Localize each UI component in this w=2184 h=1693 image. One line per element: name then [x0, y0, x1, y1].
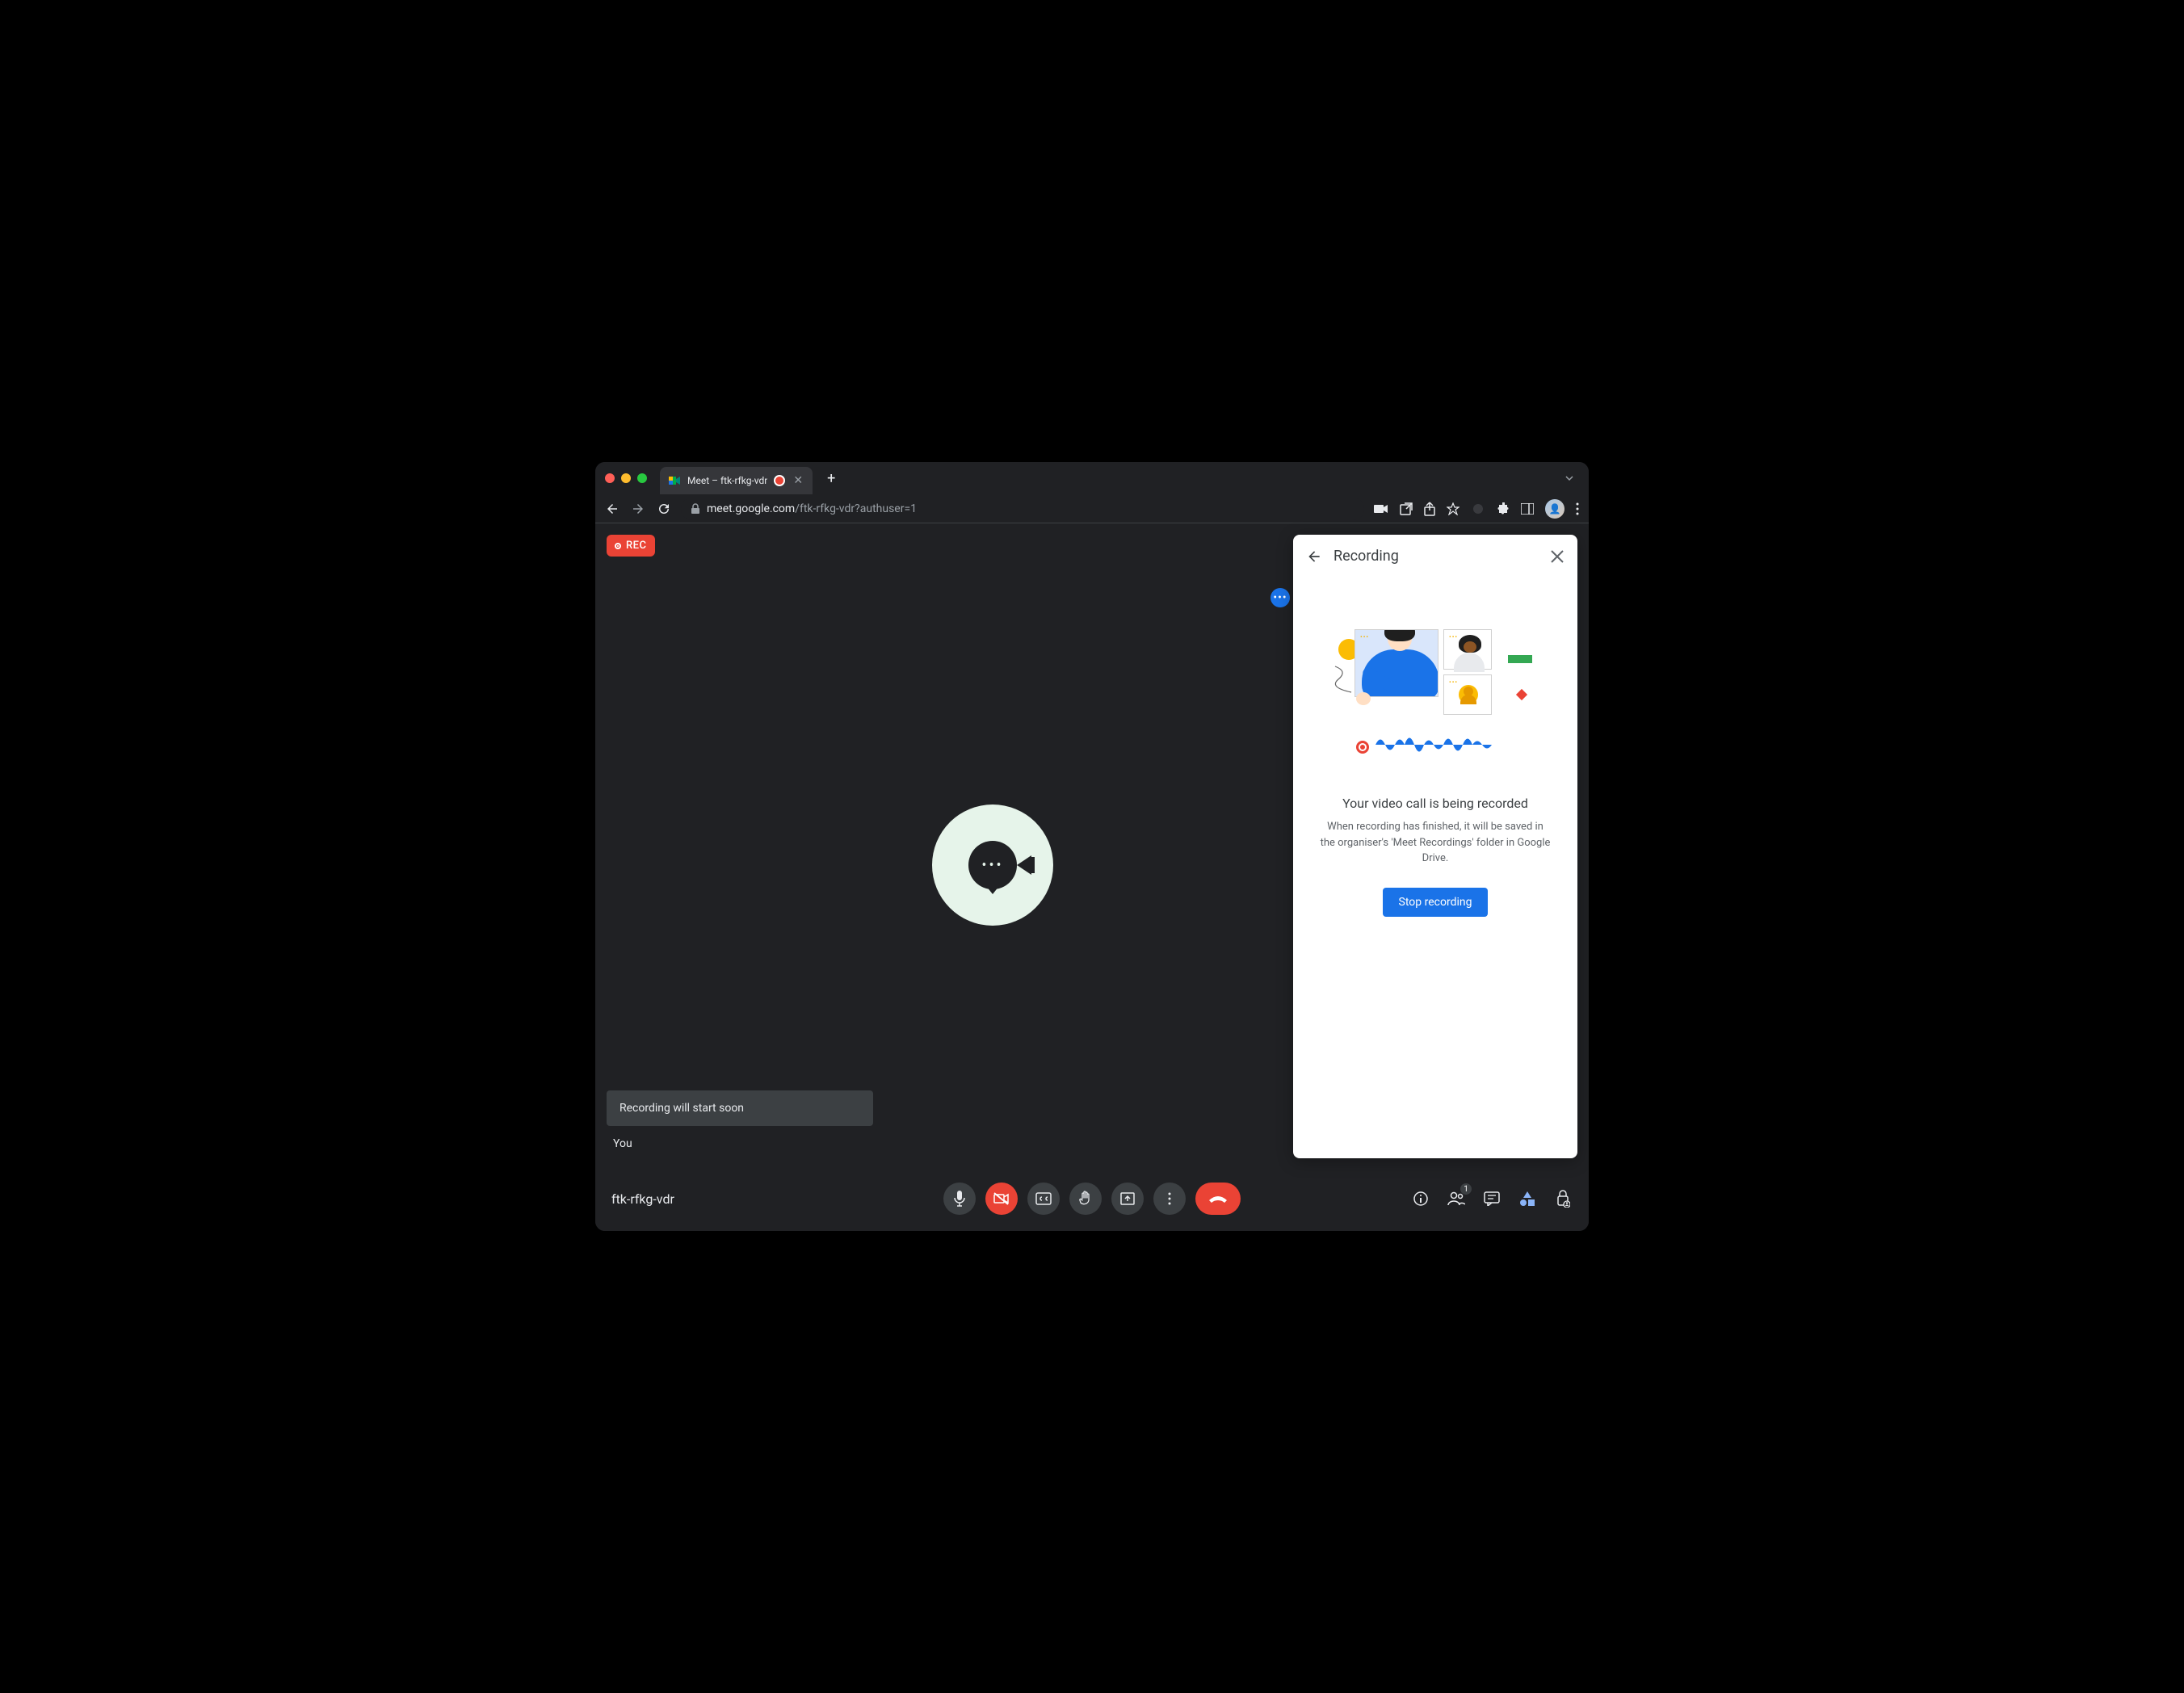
tab-close-button[interactable]: ✕: [792, 474, 804, 487]
profile-avatar[interactable]: 👤: [1545, 499, 1564, 519]
camera-permission-icon[interactable]: [1374, 503, 1388, 515]
back-button[interactable]: [605, 502, 620, 516]
browser-menu-icon[interactable]: [1576, 502, 1579, 515]
people-button[interactable]: 1: [1447, 1189, 1466, 1208]
chat-button[interactable]: [1482, 1189, 1502, 1208]
close-window-icon[interactable]: [605, 473, 615, 483]
open-external-icon[interactable]: [1400, 502, 1413, 515]
url-actions: 👤: [1374, 499, 1579, 519]
panel-heading: Your video call is being recorded: [1342, 796, 1528, 811]
chat-bubble-icon: •••: [968, 841, 1017, 889]
browser-window: Meet – ftk-rfkg-vdr ✕ + meet.google.com/…: [595, 462, 1589, 1231]
panel-close-button[interactable]: [1550, 549, 1564, 564]
recording-illustration: ••• ••• •••: [1338, 626, 1532, 771]
meet-main-area: REC ••• ••• Recording will start soon Yo…: [595, 523, 1589, 1231]
center-controls: [943, 1183, 1241, 1215]
bookmark-icon[interactable]: [1447, 502, 1460, 515]
meeting-details-button[interactable]: [1411, 1189, 1430, 1208]
minimize-window-icon[interactable]: [621, 473, 631, 483]
titlebar: Meet – ftk-rfkg-vdr ✕ +: [595, 462, 1589, 494]
raise-hand-button[interactable]: [1069, 1183, 1102, 1215]
toast-notification: Recording will start soon: [607, 1090, 873, 1126]
extension-meet-icon[interactable]: [1471, 502, 1485, 516]
url-bar: meet.google.com/ftk-rfkg-vdr?authuser=1 …: [595, 494, 1589, 523]
microphone-button[interactable]: [943, 1183, 976, 1215]
tile-options-button[interactable]: •••: [1270, 588, 1290, 607]
forward-button[interactable]: [631, 502, 645, 516]
panel-back-button[interactable]: [1306, 548, 1322, 565]
more-options-button[interactable]: [1153, 1183, 1186, 1215]
tab-title: Meet – ftk-rfkg-vdr: [687, 475, 767, 486]
meeting-controls-bar: ftk-rfkg-vdr: [595, 1166, 1589, 1231]
recording-panel: Recording •••: [1293, 535, 1577, 1158]
camera-icon: [1017, 855, 1031, 875]
participant-self-label: You: [613, 1137, 632, 1150]
right-controls: 1: [1411, 1189, 1573, 1208]
tabs-dropdown-icon[interactable]: [1560, 473, 1579, 483]
camera-off-button[interactable]: [985, 1183, 1018, 1215]
toast-text: Recording will start soon: [620, 1102, 744, 1115]
extensions-icon[interactable]: [1497, 502, 1510, 515]
meeting-code: ftk-rfkg-vdr: [611, 1191, 674, 1207]
recording-badge: REC: [607, 535, 655, 557]
captions-button[interactable]: [1027, 1183, 1060, 1215]
tab-recording-icon: [774, 475, 785, 486]
panel-description: When recording has finished, it will be …: [1312, 819, 1558, 867]
window-controls: [605, 473, 647, 483]
new-tab-button[interactable]: +: [819, 470, 843, 487]
share-icon[interactable]: [1424, 502, 1435, 516]
maximize-window-icon[interactable]: [637, 473, 647, 483]
url-host: meet.google.com/ftk-rfkg-vdr?authuser=1: [707, 502, 917, 515]
meet-favicon-icon: [668, 474, 681, 487]
browser-tab[interactable]: Meet – ftk-rfkg-vdr ✕: [660, 467, 813, 494]
record-icon: [615, 543, 621, 549]
reload-button[interactable]: [657, 502, 671, 516]
stop-recording-button[interactable]: Stop recording: [1383, 888, 1489, 917]
nav-buttons: [605, 502, 671, 516]
address-bar[interactable]: meet.google.com/ftk-rfkg-vdr?authuser=1: [681, 498, 1364, 520]
leave-call-button[interactable]: [1195, 1183, 1241, 1215]
participants-count-badge: 1: [1460, 1183, 1472, 1195]
present-screen-button[interactable]: [1111, 1183, 1144, 1215]
activities-button[interactable]: [1518, 1189, 1537, 1208]
self-video-avatar: •••: [932, 804, 1053, 926]
lock-icon: [691, 503, 700, 515]
panel-title: Recording: [1334, 548, 1539, 565]
panel-toggle-icon[interactable]: [1521, 503, 1534, 515]
host-controls-button[interactable]: [1553, 1189, 1573, 1208]
rec-badge-label: REC: [626, 540, 647, 552]
